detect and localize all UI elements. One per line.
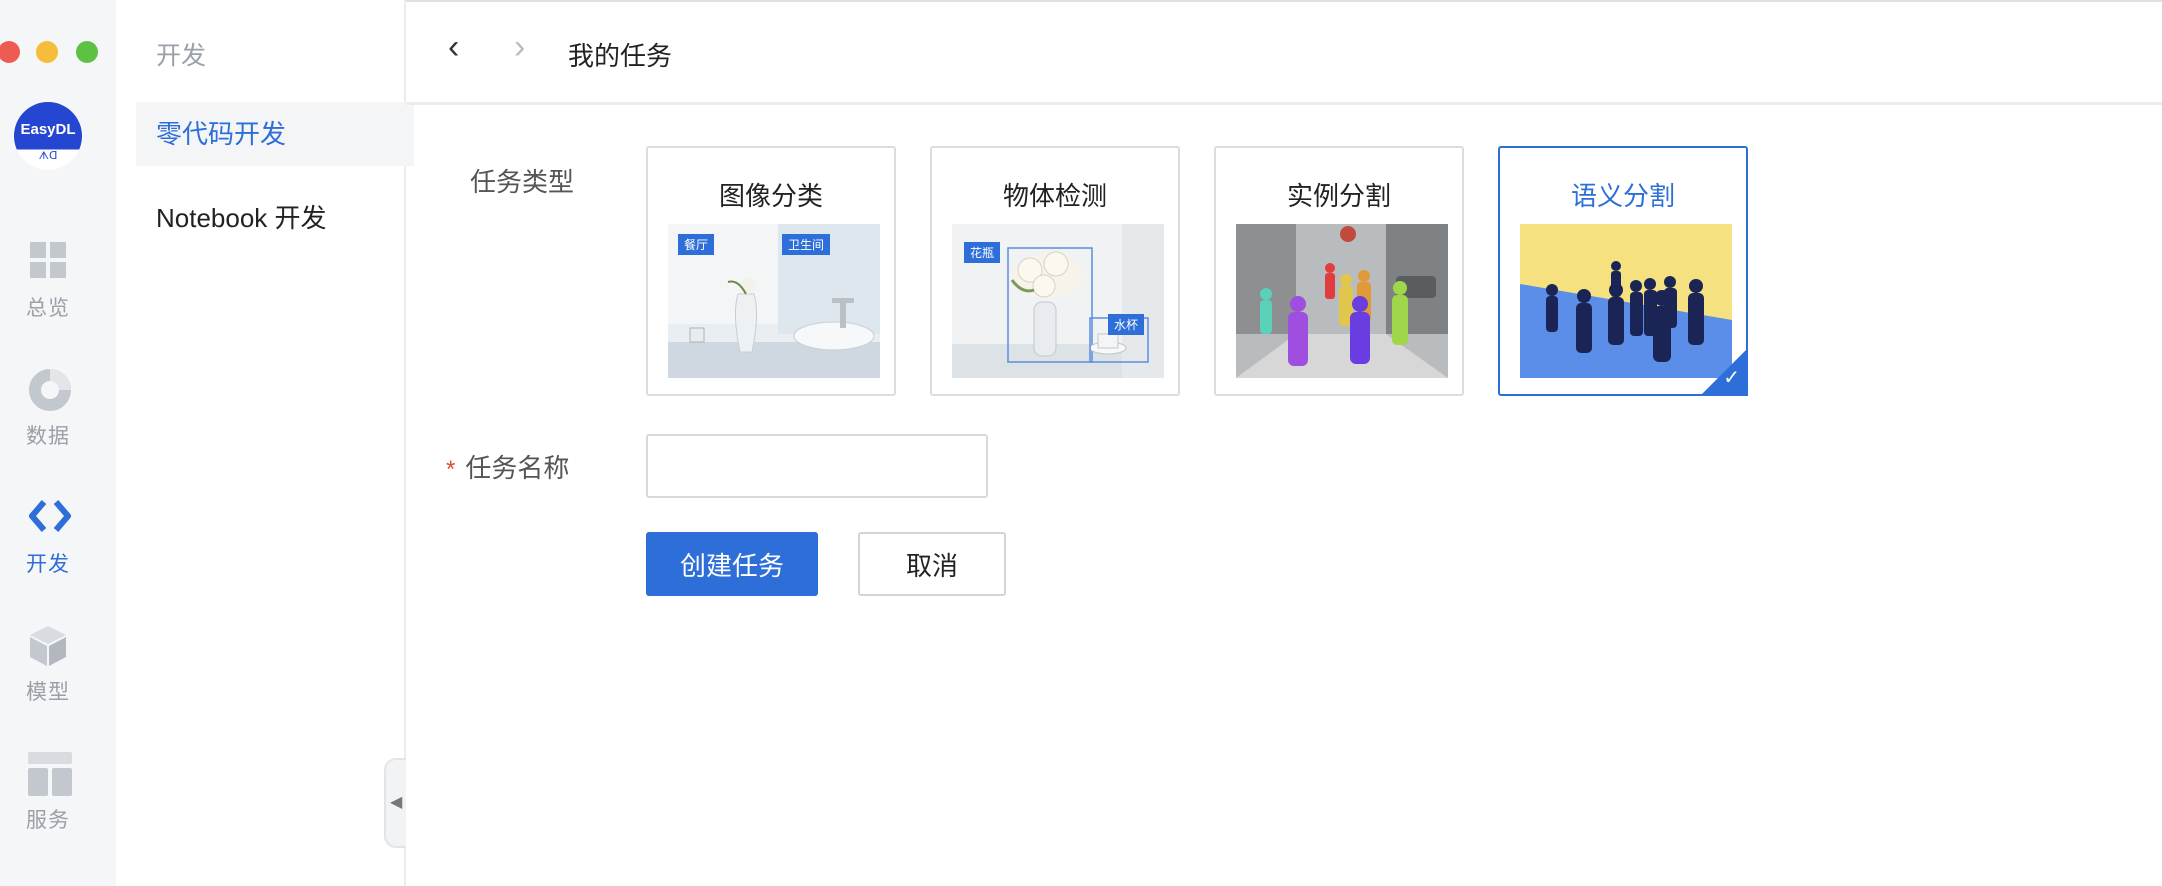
- cancel-button[interactable]: 取消: [858, 532, 1006, 596]
- checkmark-icon: ✓: [1723, 367, 1740, 389]
- instance-segmentation-illustration: [1236, 224, 1448, 378]
- card-title: 图像分类: [718, 181, 823, 211]
- task-name-input[interactable]: [646, 434, 988, 498]
- image-tag: 花瓶: [964, 242, 1001, 263]
- grid-icon: [28, 240, 68, 280]
- close-window-button[interactable]: [0, 41, 20, 63]
- easydl-logo: EasyDL ᗑᗡ: [14, 102, 82, 170]
- breadcrumb: 我的任务: [568, 41, 673, 71]
- subnav-item-zero-code[interactable]: 零代码开发: [136, 102, 414, 166]
- minimize-window-button[interactable]: [36, 41, 58, 63]
- required-asterisk: *: [446, 456, 456, 483]
- subnav-title: 开发: [156, 42, 207, 70]
- develop-subnav: 开发 零代码开发 Notebook 开发: [116, 0, 414, 886]
- rail-item-label: 数据: [26, 425, 70, 448]
- task-type-semantic-segmentation[interactable]: 语义分割 ✓: [1498, 146, 1748, 396]
- rail-item-label: 开发: [26, 553, 70, 576]
- task-name-label: * 任务名称: [446, 448, 569, 485]
- rail-item-label: 服务: [26, 809, 70, 832]
- rail-item-data[interactable]: 数据: [0, 368, 96, 450]
- rail-item-label: 模型: [26, 681, 70, 704]
- donut-chart-icon: [28, 368, 71, 411]
- detection-illustration: 花瓶 水杯: [952, 224, 1164, 378]
- classification-illustration: 餐厅 卫生间: [668, 224, 880, 378]
- task-type-object-detection[interactable]: 物体检测 花瓶 水杯: [930, 146, 1180, 396]
- rail-item-model[interactable]: 模型: [0, 624, 96, 706]
- card-title: 实例分割: [1286, 181, 1391, 211]
- task-type-image-classification[interactable]: 图像分类 餐厅 卫生间: [646, 146, 896, 396]
- chevron-left-icon[interactable]: ‹: [448, 28, 459, 67]
- image-tag: 水杯: [1108, 314, 1145, 335]
- logo-subtext: ᗑᗡ: [38, 150, 58, 162]
- logo-text: EasyDL: [20, 121, 76, 138]
- card-title: 物体检测: [1002, 181, 1107, 211]
- task-type-instance-segmentation[interactable]: 实例分割: [1214, 146, 1464, 396]
- create-task-button[interactable]: 创建任务: [646, 532, 818, 596]
- card-title: 语义分割: [1570, 181, 1675, 211]
- main-rail: EasyDL ᗑᗡ 总览 数据 开发 模型 服务: [0, 0, 116, 886]
- maximize-window-button[interactable]: [76, 41, 98, 63]
- subnav-item-notebook[interactable]: Notebook 开发: [136, 186, 414, 250]
- rail-item-develop[interactable]: 开发: [0, 496, 96, 578]
- cube-icon: [28, 624, 68, 666]
- code-icon: [28, 496, 71, 536]
- caret-left-icon: ◀: [390, 794, 403, 811]
- image-tag: 卫生间: [782, 234, 831, 255]
- collapse-sidebar-button[interactable]: ◀: [384, 758, 406, 848]
- image-tag: 餐厅: [678, 234, 715, 255]
- layout-icon: [28, 752, 72, 796]
- chevron-right-icon[interactable]: ›: [514, 28, 525, 67]
- rail-item-label: 总览: [26, 297, 70, 320]
- task-name-label-text: 任务名称: [465, 453, 570, 483]
- rail-item-service[interactable]: 服务: [0, 752, 96, 834]
- task-type-label: 任务类型: [470, 167, 575, 197]
- page-header: ‹ › 我的任务: [406, 2, 2162, 105]
- rail-item-overview[interactable]: 总览: [0, 240, 96, 322]
